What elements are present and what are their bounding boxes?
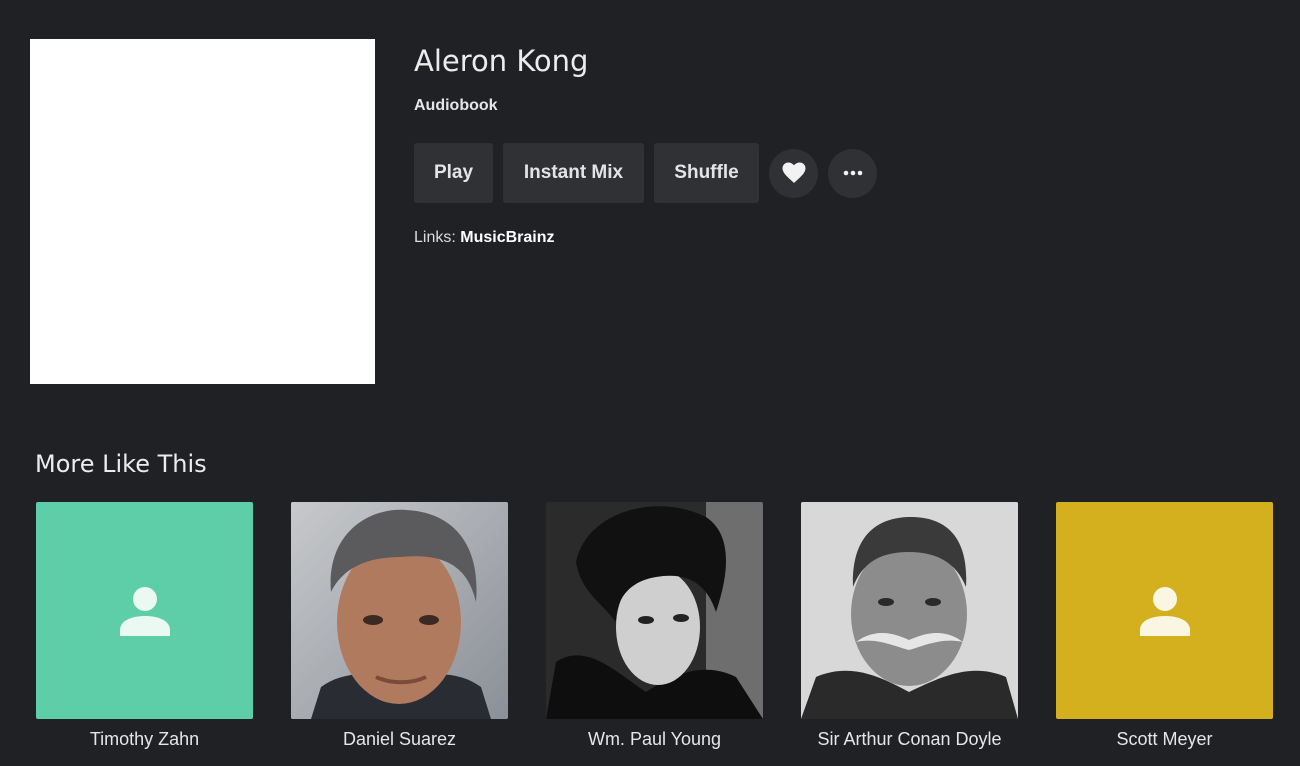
artist-photo [546, 502, 763, 719]
external-links: Links: MusicBrainz [414, 229, 555, 247]
more-options-button[interactable] [828, 148, 877, 198]
card-name[interactable]: Sir Arthur Conan Doyle [801, 729, 1018, 749]
artist-photo [801, 502, 1018, 719]
card-name[interactable]: Wm. Paul Young [546, 729, 763, 749]
more-like-this-heading: More Like This [35, 450, 207, 478]
card-name[interactable]: Scott Meyer [1056, 729, 1273, 749]
card-image[interactable] [291, 502, 508, 719]
instant-mix-button[interactable]: Instant Mix [503, 143, 644, 203]
card-image[interactable] [1056, 502, 1273, 719]
card-name[interactable]: Daniel Suarez [291, 729, 508, 749]
artist-photo [291, 502, 508, 719]
more-horizontal-icon [843, 170, 862, 176]
artist-card[interactable]: Scott Meyer [1056, 502, 1273, 749]
artist-card[interactable]: Sir Arthur Conan Doyle [801, 502, 1018, 749]
shuffle-button[interactable]: Shuffle [654, 143, 759, 203]
play-button[interactable]: Play [414, 143, 493, 203]
artist-name: Aleron Kong [414, 44, 589, 78]
artist-image [30, 39, 375, 384]
more-like-this-list: Timothy Zahn Daniel Suarez Wm. Paul Youn… [36, 502, 1273, 749]
links-label: Links: [414, 229, 456, 246]
card-image[interactable] [801, 502, 1018, 719]
artist-header: Aleron Kong Audiobook [414, 42, 588, 115]
card-name[interactable]: Timothy Zahn [36, 729, 253, 749]
favorite-button[interactable] [769, 148, 818, 198]
action-bar: Play Instant Mix Shuffle [414, 143, 877, 203]
artist-card[interactable]: Wm. Paul Young [546, 502, 763, 749]
card-image[interactable] [546, 502, 763, 719]
card-image[interactable] [36, 502, 253, 719]
person-icon [119, 586, 170, 636]
person-icon [1139, 586, 1190, 636]
artist-type: Audiobook [414, 97, 498, 114]
artist-card[interactable]: Timothy Zahn [36, 502, 253, 749]
heart-icon [782, 162, 805, 183]
musicbrainz-link[interactable]: MusicBrainz [460, 229, 554, 246]
artist-card[interactable]: Daniel Suarez [291, 502, 508, 749]
